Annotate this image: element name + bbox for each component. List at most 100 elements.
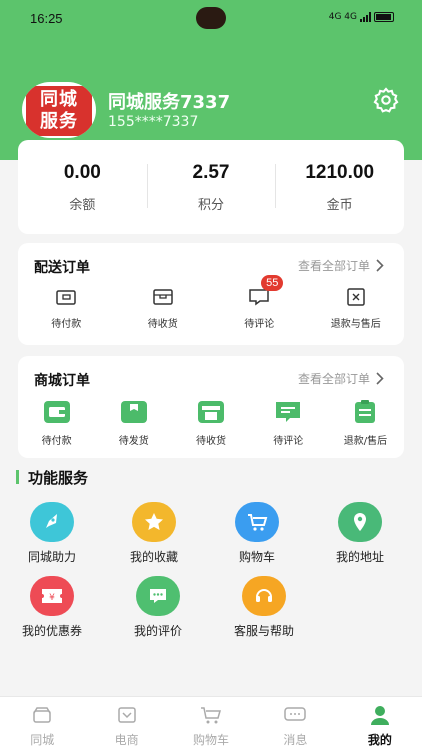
message-icon — [284, 707, 307, 721]
logo: 同城 服务 — [26, 86, 92, 136]
mall-orders-card: 商城订单 查看全部订单 待付款 待发货 待收货 待评论 退款/售后 — [18, 356, 404, 458]
package-icon — [120, 401, 147, 423]
delivery-orders-title: 配送订单 — [34, 260, 90, 276]
coupon-icon: ¥ — [30, 576, 74, 616]
service-label: 我的收藏 — [129, 550, 178, 564]
service-label: 同城助力 — [27, 550, 76, 564]
item-label: 待付款 — [41, 436, 72, 447]
tab-label: 同城 — [30, 733, 55, 747]
item-label: 待评论 — [244, 319, 275, 330]
rocket-icon — [30, 502, 74, 542]
svg-text:¥: ¥ — [49, 593, 55, 603]
avatar[interactable]: 同城 服务 — [22, 82, 96, 138]
mall-view-all-link[interactable]: 查看全部订单 — [298, 370, 384, 387]
stat-label: 余额 — [69, 198, 96, 213]
service-label: 我的评价 — [133, 624, 182, 638]
service-label: 购物车 — [238, 550, 275, 564]
cart-icon — [235, 502, 279, 542]
gear-icon[interactable] — [372, 86, 400, 114]
service-cart[interactable]: 购物车 — [207, 502, 307, 565]
wallet-icon — [43, 401, 70, 423]
delivery-pending-payment[interactable]: 待付款 — [18, 287, 115, 330]
box-icon — [153, 289, 173, 305]
location-icon — [338, 502, 382, 542]
network-label: 4G 4G — [328, 12, 357, 22]
service-label: 我的地址 — [335, 550, 384, 564]
delivery-refund[interactable]: 退款与售后 — [308, 287, 405, 330]
stat-points[interactable]: 2.57 积分 — [146, 140, 276, 234]
chevron-right-icon — [376, 372, 384, 385]
comment-icon — [276, 402, 301, 422]
delivery-pending-review[interactable]: 55 待评论 — [211, 275, 308, 330]
city-icon — [33, 707, 51, 723]
tab-cart[interactable]: 购物车 — [169, 697, 253, 750]
star-icon — [132, 502, 176, 542]
item-label: 待评论 — [273, 436, 304, 447]
chat-icon — [136, 576, 180, 616]
item-label: 待收货 — [196, 436, 226, 447]
stat-balance[interactable]: 0.00 余额 — [18, 140, 147, 234]
delivery-pending-receipt[interactable]: 待收货 — [115, 287, 212, 330]
status-icons: 4G 4G — [329, 12, 394, 22]
profile-row: 同城 服务 同城服务7337 155****7337 — [22, 82, 402, 142]
mall-pending-shipment[interactable]: 待发货 — [95, 400, 172, 447]
tab-label: 电商 — [114, 733, 139, 747]
delivery-view-all-link[interactable]: 查看全部订单 — [298, 257, 384, 274]
stats-card: 0.00 余额 2.57 积分 1210.00 金币 — [18, 140, 404, 234]
tab-ecommerce[interactable]: 电商 — [84, 697, 168, 750]
stat-coins[interactable]: 1210.00 金币 — [275, 140, 404, 234]
item-label: 退款/售后 — [343, 436, 388, 447]
stat-label: 金币 — [326, 198, 353, 213]
chevron-right-icon — [376, 259, 384, 272]
service-favorites[interactable]: 我的收藏 — [104, 502, 204, 565]
signal-icon — [360, 12, 371, 22]
mall-orders-title: 商城订单 — [34, 373, 90, 389]
tab-messages[interactable]: 消息 — [253, 697, 337, 750]
shop-icon — [117, 707, 136, 723]
mall-refund[interactable]: 退款/售后 — [327, 400, 404, 447]
user-icon — [370, 706, 389, 725]
tab-city[interactable]: 同城 — [0, 697, 84, 750]
logo-line-1: 同城 — [40, 89, 78, 110]
camera-notch — [196, 7, 226, 29]
profile-name: 同城服务7337 — [108, 92, 231, 113]
service-label: 客服与帮助 — [233, 624, 294, 638]
view-all-label: 查看全部订单 — [297, 259, 370, 273]
wallet-icon — [56, 290, 76, 305]
service-city-boost[interactable]: 同城助力 — [2, 502, 102, 565]
stat-value: 1210.00 — [305, 162, 375, 183]
mall-pending-payment[interactable]: 待付款 — [18, 400, 95, 447]
clipboard-icon — [355, 400, 376, 423]
view-all-label: 查看全部订单 — [297, 372, 370, 386]
stat-value: 2.57 — [192, 162, 230, 183]
logo-line-2: 服务 — [40, 111, 78, 132]
bottom-tab-bar: 同城 电商 购物车 消息 我的 — [0, 696, 422, 750]
service-coupons[interactable]: ¥ 我的优惠券 — [2, 576, 102, 639]
tab-label: 我的 — [367, 733, 392, 747]
service-support[interactable]: 客服与帮助 — [214, 576, 314, 639]
cart-icon — [201, 707, 222, 724]
item-label: 待收货 — [147, 319, 178, 330]
profile-phone: 155****7337 — [108, 114, 199, 130]
mall-pending-review[interactable]: 待评论 — [250, 400, 327, 447]
item-label: 待付款 — [51, 319, 82, 330]
tab-label: 消息 — [283, 733, 308, 747]
refund-icon — [347, 288, 365, 306]
store-icon — [198, 401, 224, 423]
service-reviews[interactable]: 我的评价 — [108, 576, 208, 639]
headset-icon — [242, 576, 286, 616]
service-address[interactable]: 我的地址 — [310, 502, 410, 565]
services-title: 功能服务 — [16, 467, 88, 487]
mall-pending-receipt[interactable]: 待收货 — [172, 400, 249, 447]
review-count-badge: 55 — [261, 275, 284, 291]
stat-label: 积分 — [198, 198, 225, 213]
service-label: 我的优惠券 — [21, 624, 82, 638]
battery-icon — [374, 12, 394, 22]
tab-mine[interactable]: 我的 — [338, 697, 422, 750]
item-label: 退款与售后 — [330, 319, 381, 330]
item-label: 待发货 — [118, 436, 149, 447]
status-time: 16:25 — [30, 11, 63, 26]
tab-label: 购物车 — [193, 733, 230, 747]
status-bar: 16:25 4G 4G — [0, 0, 422, 36]
stat-value: 0.00 — [63, 162, 101, 183]
